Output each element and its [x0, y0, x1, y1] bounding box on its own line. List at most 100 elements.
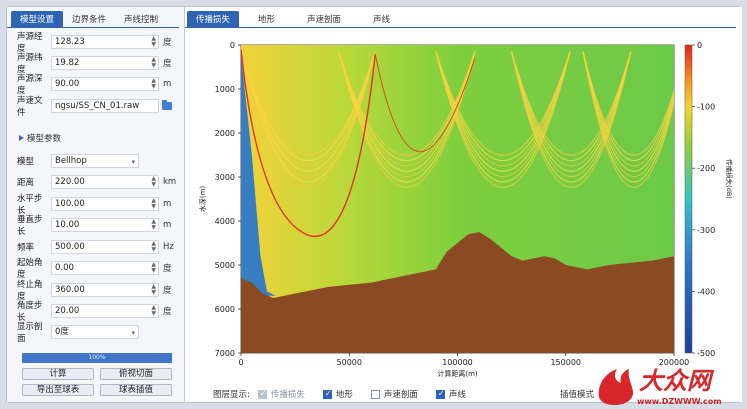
source-depth-input[interactable]: 90.00 ▲ ▼	[51, 77, 159, 91]
y-tick-label: 0	[230, 41, 235, 50]
display-profile-label: 显示剖面	[17, 322, 43, 344]
y-axis-label: 水深(m)	[198, 186, 207, 213]
loss-field	[241, 45, 674, 353]
spinner-icon[interactable]: ▲ ▼	[151, 198, 156, 210]
vertical-step-input[interactable]: 10.00 ▲ ▼	[51, 218, 159, 232]
end-angle-input[interactable]: 360.00 ▲ ▼	[51, 283, 159, 297]
visualization-panel: 传播损失 地形 声速剖面 声线 0 50000 100000 150000 20…	[185, 7, 742, 402]
layer-transmission-loss-checkbox[interactable]: 传播损失	[257, 388, 305, 400]
flame-icon	[598, 369, 633, 405]
spinner-icon[interactable]: ▲ ▼	[151, 36, 156, 48]
transmission-loss-chart[interactable]: 0 50000 100000 150000 200000计算距离(m)010002000…	[185, 29, 742, 381]
source-longitude-row: 声源经度 128.23 ▲ ▼ 度	[17, 32, 172, 54]
expand-arrow-icon[interactable]	[19, 135, 24, 141]
source-latitude-input[interactable]: 19.82 ▲ ▼	[51, 56, 159, 70]
tab-underline	[185, 27, 736, 28]
layers-label: 图层显示:	[213, 390, 250, 400]
tab-terrain[interactable]: 地形	[249, 11, 284, 27]
spinner-icon[interactable]: ▲ ▼	[151, 78, 156, 90]
angle-step-input[interactable]: 20.00 ▲ ▼	[51, 304, 159, 318]
source-depth-row: 声源深度 90.00 ▲ ▼ m	[17, 74, 172, 96]
view-tabs: 传播损失 地形 声速剖面 声线	[187, 11, 399, 27]
spinner-icon[interactable]: ▲ ▼	[151, 262, 156, 274]
unit-label: 度	[163, 286, 172, 296]
start-angle-label: 起始角度	[17, 258, 43, 280]
layer-sound-speed-checkbox[interactable]: 声速剖面	[370, 388, 418, 400]
display-profile-select[interactable]: 0度 ▾	[51, 325, 139, 339]
spinner-icon[interactable]: ▲ ▼	[151, 57, 156, 69]
spinner-icon[interactable]: ▲ ▼	[151, 219, 156, 231]
layer-terrain-checkbox[interactable]: 地形	[322, 388, 353, 400]
sphere-interpolation-button[interactable]: 球表插值	[100, 384, 172, 396]
spinner-icon[interactable]: ▲ ▼	[151, 241, 156, 253]
y-tick-label: 1000	[215, 85, 235, 94]
model-params-section[interactable]: 模型参数	[19, 132, 61, 144]
settings-panel: 模型设置 边界条件 声线控制 声源经度 128.23 ▲ ▼ 度 声源纬度 19.8…	[7, 7, 185, 402]
unit-label: m	[163, 79, 172, 89]
spinner-icon[interactable]: ▲ ▼	[151, 176, 156, 188]
sound-speed-file-label: 声速文件	[17, 96, 43, 118]
colorbar-gradient	[684, 44, 693, 354]
frequency-label: 频率	[17, 243, 35, 253]
tab-boundary-conditions[interactable]: 边界条件	[63, 11, 115, 27]
start-angle-row: 起始角度 0.00 ▲ ▼ 度	[17, 258, 172, 280]
model-row: 模型 Bellhop ▾	[17, 153, 139, 169]
layer-toolbar: 图层显示: 传播损失 地形 声速剖面 声线	[213, 388, 484, 401]
checkbox-icon[interactable]	[257, 389, 267, 399]
unit-label: 度	[163, 59, 172, 69]
unit-label: 度	[163, 264, 172, 274]
tab-ray-control[interactable]: 声线控制	[115, 11, 167, 27]
app-window: 模型设置 边界条件 声线控制 声源经度 128.23 ▲ ▼ 度 声源纬度 19.8…	[6, 6, 742, 403]
model-params-title: 模型参数	[27, 134, 62, 144]
progress-bar: 100%	[22, 353, 172, 363]
tab-underline	[7, 27, 179, 28]
spinner-icon[interactable]: ▲ ▼	[151, 305, 156, 317]
tab-rays[interactable]: 声线	[364, 11, 399, 27]
frequency-input[interactable]: 500.00 ▲ ▼	[51, 240, 159, 254]
distance-row: 距离 220.00 ▲ ▼ km	[17, 174, 176, 190]
export-to-sphere-button[interactable]: 导出至球表	[22, 384, 94, 396]
tab-sound-speed-profile[interactable]: 声速剖面	[298, 11, 350, 27]
calculate-button[interactable]: 计算	[22, 368, 94, 380]
sound-speed-file-row: 声速文件 ngsu/SS_CN_01.raw	[17, 96, 172, 118]
checkbox-icon[interactable]	[435, 389, 445, 399]
watermark-text: 大众网	[639, 366, 715, 395]
unit-label: 度	[163, 307, 172, 317]
vertical-step-label: 垂直步长	[17, 215, 43, 237]
unit-label: km	[163, 177, 177, 187]
start-angle-input[interactable]: 0.00 ▲ ▼	[51, 261, 159, 275]
layer-rays-checkbox[interactable]: 声线	[435, 388, 466, 400]
colorbar-tick-label: 0	[697, 41, 702, 50]
checkbox-icon[interactable]	[322, 389, 332, 399]
y-tick-label: 2000	[215, 129, 235, 138]
colorbar-tick-label: -500	[697, 349, 715, 358]
tab-transmission-loss[interactable]: 传播损失	[187, 11, 240, 27]
distance-input[interactable]: 220.00 ▲ ▼	[51, 175, 159, 189]
x-tick-label: 100000	[442, 358, 473, 367]
chevron-down-icon: ▾	[131, 158, 135, 166]
settings-tabs: 模型设置 边界条件 声线控制	[11, 11, 167, 27]
model-label: 模型	[17, 157, 35, 167]
unit-label: m	[163, 199, 172, 209]
model-select[interactable]: Bellhop ▾	[51, 154, 139, 168]
colorbar-tick-label: -200	[697, 164, 715, 173]
progress-text: 100%	[88, 354, 106, 361]
tab-model-settings[interactable]: 模型设置	[11, 11, 64, 27]
folder-icon[interactable]	[162, 100, 172, 110]
colorbar-label: 传播损失(dB)	[725, 159, 734, 199]
x-tick-label: 150000	[550, 358, 581, 367]
y-tick-label: 6000	[215, 305, 235, 314]
checkbox-icon[interactable]	[370, 389, 380, 399]
sound-speed-file-input[interactable]: ngsu/SS_CN_01.raw	[51, 99, 159, 113]
spinner-icon[interactable]: ▲ ▼	[151, 284, 156, 296]
watermark-url: www.DZWWW.com	[637, 397, 722, 406]
top-view-slice-button[interactable]: 俯视切面	[100, 368, 172, 380]
vertical-step-row: 垂直步长 10.00 ▲ ▼ m	[17, 215, 171, 237]
horizontal-step-row: 水平步长 100.00 ▲ ▼ m	[17, 194, 172, 216]
unit-label: Hz	[163, 242, 174, 252]
source-longitude-input[interactable]: 128.23 ▲ ▼	[51, 35, 159, 49]
x-axis-label: 计算距离(m)	[437, 369, 478, 378]
distance-label: 距离	[17, 178, 35, 188]
end-angle-row: 终止角度 360.00 ▲ ▼ 度	[17, 280, 172, 302]
horizontal-step-input[interactable]: 100.00 ▲ ▼	[51, 197, 159, 211]
